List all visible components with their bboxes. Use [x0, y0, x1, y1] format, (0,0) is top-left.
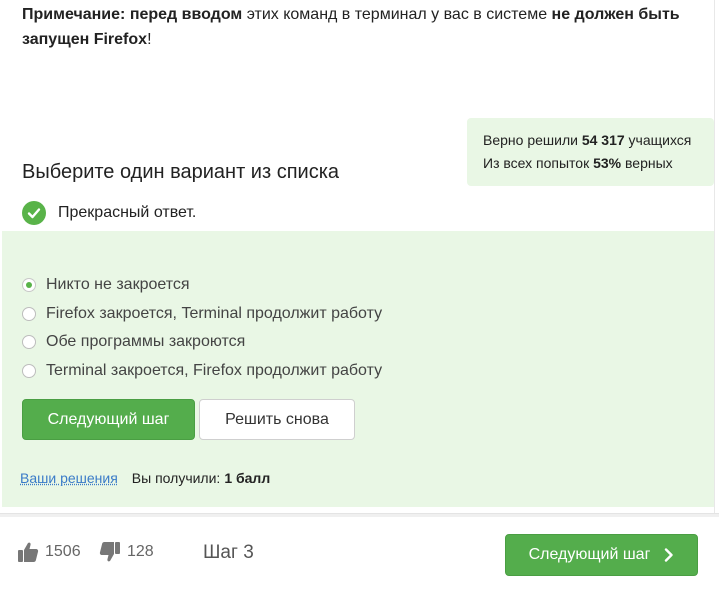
- option-label: Никто не закроется: [46, 276, 190, 293]
- radio-button[interactable]: [22, 335, 36, 349]
- your-solutions-link[interactable]: Ваши решения: [20, 470, 118, 486]
- task-note: Примечание: перед вводом этих команд в т…: [22, 2, 702, 52]
- option-item[interactable]: Никто не закроется: [22, 274, 190, 296]
- radio-button[interactable]: [22, 278, 36, 292]
- quiz-title: Выберите один вариант из списка: [22, 161, 340, 183]
- option-label: Firefox закроется, Terminal продолжит ра…: [46, 305, 383, 322]
- solved-prefix: Верно решили: [483, 132, 578, 148]
- option-label: Terminal закроется, Firefox продолжит ра…: [46, 362, 383, 379]
- footer-next-step-label: Следующий шаг: [528, 546, 651, 563]
- check-circle-icon: [22, 201, 46, 225]
- right-divider: [714, 0, 715, 513]
- attempts-line: Из всех попыток 53% верных: [483, 152, 714, 175]
- option-item[interactable]: Обе программы закроются: [22, 331, 245, 353]
- attempts-prefix: Из всех попыток: [483, 155, 590, 171]
- next-step-button[interactable]: Следующий шаг: [22, 399, 195, 440]
- attempts-suffix: верных: [625, 155, 673, 171]
- note-text-1: этих команд в терминал у вас в системе: [246, 6, 548, 23]
- answer-panel: Никто не закроется Firefox закроется, Te…: [2, 231, 714, 507]
- note-bold-1: перед вводом: [129, 6, 243, 23]
- step-label: Шаг 3: [203, 542, 254, 563]
- chevron-right-icon: [664, 548, 674, 562]
- score-label: Вы получили:: [131, 470, 221, 486]
- thumbs-down-icon: [99, 542, 120, 562]
- like-count: 1506: [45, 543, 81, 560]
- footer-next-step-button[interactable]: Следующий шаг: [505, 534, 698, 576]
- dislike-count: 128: [127, 543, 154, 560]
- dislike-button[interactable]: 128: [99, 541, 154, 563]
- option-item[interactable]: Firefox закроется, Terminal продолжит ра…: [22, 303, 382, 325]
- solve-stats: Верно решили 54 317 учащихся Из всех поп…: [467, 118, 714, 186]
- option-label: Обе программы закроются: [46, 333, 246, 350]
- radio-button[interactable]: [22, 307, 36, 321]
- option-item[interactable]: Terminal закроется, Firefox продолжит ра…: [22, 360, 382, 382]
- retry-button[interactable]: Решить снова: [199, 399, 355, 440]
- note-prefix: Примечание:: [22, 6, 126, 23]
- attempts-percent: 53%: [593, 155, 622, 171]
- radio-button[interactable]: [22, 364, 36, 378]
- score-value: 1 балл: [224, 470, 271, 486]
- result-row: Ваши решения Вы получили: 1 балл: [20, 470, 270, 486]
- solved-suffix: учащихся: [628, 132, 692, 148]
- thumbs-up-icon: [18, 542, 39, 562]
- like-button[interactable]: 1506: [17, 541, 81, 563]
- solved-line: Верно решили 54 317 учащихся: [483, 129, 714, 152]
- feedback-text: Прекрасный ответ.: [58, 204, 197, 221]
- feedback: Прекрасный ответ.: [22, 200, 196, 226]
- note-suffix: !: [147, 31, 152, 48]
- solved-count: 54 317: [581, 132, 625, 148]
- footer-divider: [0, 513, 719, 517]
